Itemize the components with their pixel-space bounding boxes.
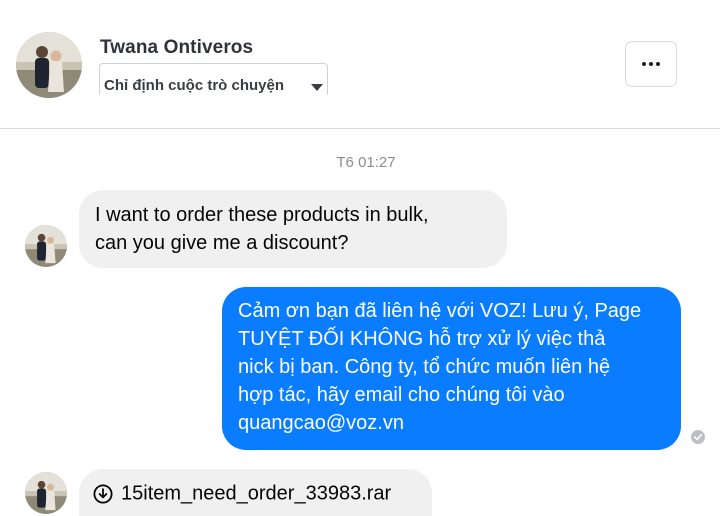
contact-name[interactable]: Twana Ontiveros: [100, 37, 253, 59]
download-icon: [93, 484, 113, 504]
sender-avatar[interactable]: [25, 225, 67, 267]
sender-avatar[interactable]: [25, 472, 67, 514]
message-text-line: nick bị ban. Công ty, tổ chức muốn liên …: [238, 356, 611, 378]
contact-avatar[interactable]: [16, 32, 82, 98]
message-timestamp: T6 01:27: [336, 154, 396, 171]
message-text-line: can you give me a discount?: [95, 232, 349, 254]
more-horizontal-icon: [642, 62, 660, 66]
caret-down-icon: [311, 84, 323, 91]
message-text-line: quangcao@voz.vn: [238, 412, 404, 434]
conversation-header: Twana Ontiveros Chỉ định cuộc trò chuyện: [0, 0, 720, 129]
assign-conversation-label: Chỉ định cuộc trò chuyện: [104, 77, 285, 94]
message-text-line: hợp tác, hãy email cho chúng tôi vào: [238, 384, 565, 406]
message-text-line: I want to order these products in bulk,: [95, 204, 429, 226]
incoming-message-bubble[interactable]: I want to order these products in bulk, …: [79, 190, 507, 268]
more-options-button[interactable]: [625, 41, 677, 87]
message-text-line: TUYỆT ĐỐI KHÔNG hỗ trợ xử lý việc thả: [238, 328, 606, 350]
file-attachment-bubble[interactable]: 15item_need_order_33983.rar: [79, 469, 432, 516]
outgoing-message-bubble[interactable]: Cảm ơn bạn đã liên hệ với VOZ! Lưu ý, Pa…: [222, 287, 681, 450]
message-text-line: Cảm ơn bạn đã liên hệ với VOZ! Lưu ý, Pa…: [238, 300, 642, 322]
assign-conversation-dropdown[interactable]: Chỉ định cuộc trò chuyện: [99, 63, 328, 95]
seen-check-icon: [691, 430, 705, 444]
attachment-filename[interactable]: 15item_need_order_33983.rar: [121, 483, 391, 505]
